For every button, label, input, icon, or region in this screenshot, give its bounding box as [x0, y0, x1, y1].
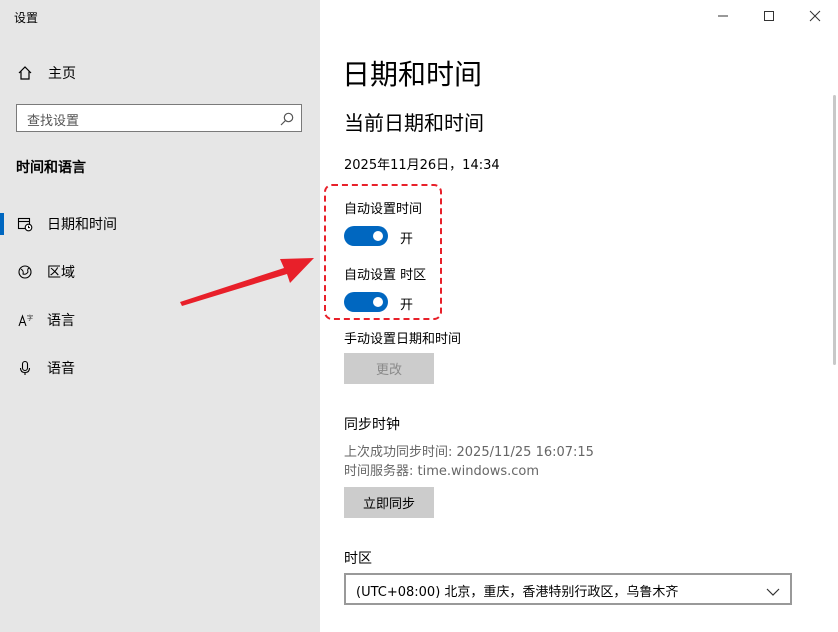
calendar-clock-icon	[16, 215, 34, 233]
annotation-arrow-icon	[180, 258, 314, 306]
sidebar-item-label: 区域	[47, 265, 75, 281]
time-server-text: 时间服务器: time.windows.com	[344, 464, 540, 479]
timezone-select[interactable]: (UTC+08:00) 北京，重庆，香港特别行政区，乌鲁木齐	[344, 573, 792, 605]
section-title: 时间和语言	[16, 160, 86, 176]
search-icon	[279, 111, 295, 127]
sync-now-button[interactable]: 立即同步	[344, 487, 434, 518]
page-title: 日期和时间	[342, 58, 483, 91]
timezone-heading: 时区	[344, 551, 372, 567]
manual-datetime-label: 手动设置日期和时间	[344, 332, 462, 347]
search-input[interactable]: 查找设置	[16, 104, 302, 132]
search-placeholder: 查找设置	[27, 114, 80, 129]
svg-text:字: 字	[27, 314, 33, 322]
timezone-value: (UTC+08:00) 北京，重庆，香港特别行政区，乌鲁木齐	[356, 585, 679, 600]
nav-home[interactable]: 主页	[16, 62, 76, 84]
change-button[interactable]: 更改	[344, 353, 434, 384]
app-title: 设置	[14, 11, 39, 25]
sidebar-item-label: 日期和时间	[47, 217, 117, 233]
sidebar-item-label: 语言	[47, 313, 75, 329]
sidebar: 设置 主页 查找设置 时间和语言 日期和时间 区域 字 语言 语音	[0, 0, 320, 632]
sync-heading: 同步时钟	[344, 417, 400, 433]
last-sync-text: 上次成功同步时间: 2025/11/25 16:07:15	[344, 445, 594, 460]
language-icon: 字	[16, 311, 34, 329]
sidebar-item-date-time[interactable]: 日期和时间	[0, 206, 320, 242]
current-datetime-heading: 当前日期和时间	[344, 111, 484, 135]
sidebar-item-speech[interactable]: 语音	[0, 350, 320, 386]
sidebar-item-label: 语音	[47, 361, 75, 377]
globe-icon	[16, 263, 34, 281]
home-icon	[16, 64, 34, 82]
chevron-down-icon	[766, 583, 780, 596]
annotation-highlight-box	[324, 184, 442, 320]
current-datetime: 2025年11月26日，14:34	[344, 158, 500, 173]
microphone-icon	[16, 359, 34, 377]
nav-home-label: 主页	[48, 66, 76, 82]
scrollbar[interactable]	[833, 95, 836, 365]
